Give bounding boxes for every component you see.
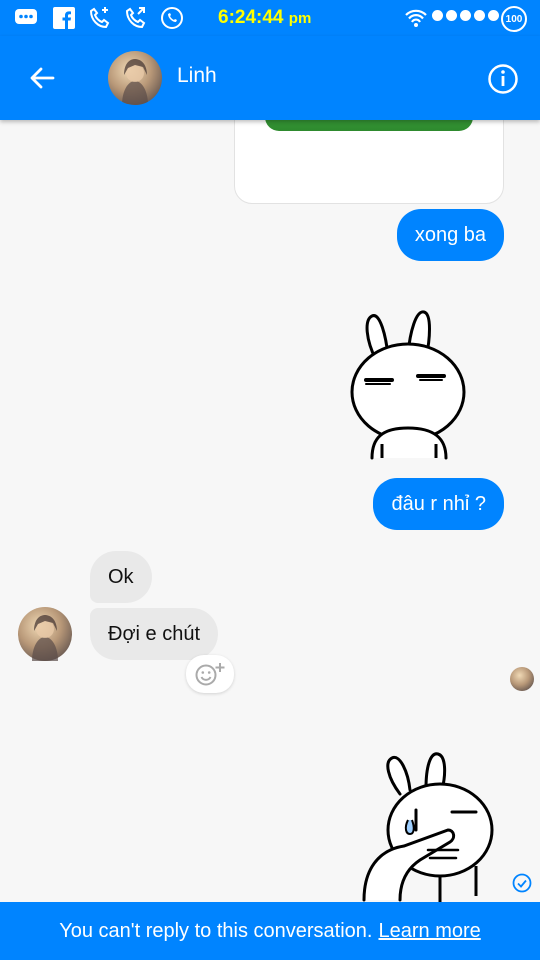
smiley-plus-icon: [195, 663, 225, 686]
cannot-reply-banner: You can't reply to this conversation. Le…: [0, 902, 540, 960]
message-bubble-outgoing[interactable]: đâu r nhỉ ?: [373, 478, 504, 530]
conversation-header: Linh: [0, 36, 540, 120]
call-icon: [124, 6, 148, 30]
learn-more-link[interactable]: Learn more: [378, 920, 480, 943]
status-bar: 6:24:44 pm 100: [0, 0, 540, 36]
info-icon: [488, 64, 518, 94]
read-receipt-avatar: [510, 667, 534, 691]
message-list[interactable]: xong ba đâu r nhỉ ? Ok Đợi e chút: [0, 120, 540, 902]
add-reaction-button[interactable]: [186, 655, 234, 693]
seen-check-icon: [512, 873, 532, 893]
call-icon: [88, 6, 112, 30]
signal-icon: [432, 10, 499, 21]
contact-avatar[interactable]: [108, 51, 162, 105]
facebook-icon: [52, 6, 76, 30]
cannot-reply-text: You can't reply to this conversation.: [59, 919, 373, 942]
clock: 6:24:44 pm: [218, 7, 312, 28]
shared-card[interactable]: [234, 120, 504, 204]
battery-icon: 100: [501, 6, 527, 32]
chat-bubble-icon: [14, 6, 38, 30]
whatsapp-icon: [160, 6, 184, 30]
wifi-icon: [404, 6, 428, 30]
info-button[interactable]: [486, 62, 520, 96]
contact-name[interactable]: Linh: [177, 64, 217, 88]
message-bubble-outgoing[interactable]: xong ba: [396, 209, 504, 261]
message-bubble-incoming[interactable]: Ok: [90, 551, 152, 603]
card-action-bar[interactable]: [265, 120, 473, 131]
message-bubble-incoming[interactable]: Đợi e chút: [90, 608, 219, 660]
arrow-left-icon: [30, 67, 55, 89]
bunny-squint-sticker[interactable]: [346, 302, 474, 460]
contact-avatar[interactable]: [18, 607, 72, 661]
back-button[interactable]: [22, 58, 62, 98]
bunny-facepalm-sticker[interactable]: [356, 750, 496, 902]
